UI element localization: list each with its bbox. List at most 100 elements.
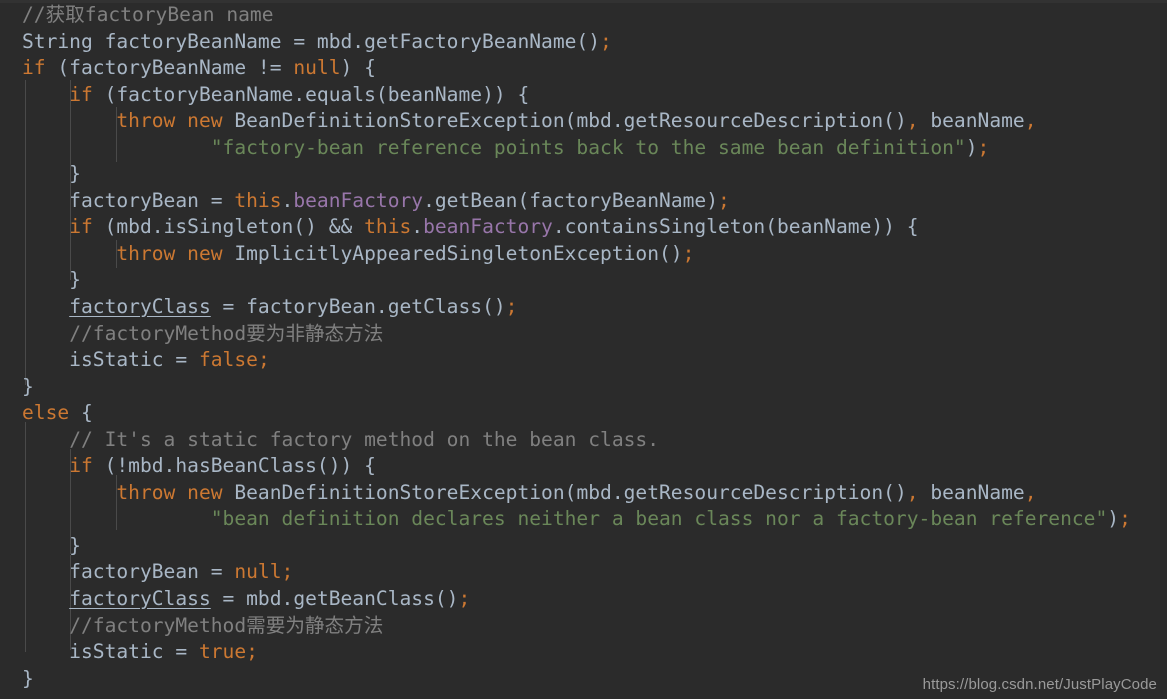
code-token-cmt: //factoryMethod要为非静态方法 [69,321,384,345]
code-line[interactable]: isStatic = false; [0,347,1167,374]
code-token-kw: this [364,215,412,239]
code-token-id: isStatic = [22,640,199,664]
code-line[interactable]: "bean definition declares neither a bean… [0,506,1167,533]
code-token-id: ) [965,135,978,159]
code-token-kw: true [198,640,247,664]
code-token-pun: ; [977,135,990,159]
code-line[interactable]: factoryClass = mbd.getBeanClass(); [0,586,1167,613]
code-line[interactable]: factoryBean = null; [0,559,1167,586]
code-line[interactable]: if (factoryBeanName.equals(beanName)) { [0,82,1167,109]
code-token-pun: ; [257,348,270,372]
code-line[interactable]: if (!mbd.hasBeanClass()) { [0,453,1167,480]
code-token-pun: ; [458,587,471,611]
code-token-id [22,215,69,238]
code-token-id [22,83,69,106]
code-line[interactable]: //factoryMethod需要为静态方法 [0,613,1167,640]
code-token-kw: throw new [116,109,223,133]
code-token-id: { [69,401,93,425]
code-token-id: .containsSingleton(beanName)) { [552,215,919,239]
code-token-id: (!mbd.hasBeanClass()) { [92,454,376,478]
code-line[interactable]: if (mbd.isSingleton() && this.beanFactor… [0,214,1167,241]
code-token-fld: beanFactory [423,215,553,239]
code-line[interactable]: } [0,267,1167,294]
code-line[interactable]: factoryBean = this.beanFactory.getBean(f… [0,188,1167,215]
code-token-id: ) { [340,56,376,80]
code-token-str: "bean definition declares neither a bean… [22,507,1108,531]
code-line[interactable]: factoryClass = factoryBean.getClass(); [0,294,1167,321]
code-token-pun: ; [281,560,294,584]
code-editor-content[interactable]: //获取factoryBean name String factoryBeanNa… [0,0,1167,692]
code-token-id: beanName [918,109,1025,133]
code-token-id [22,322,69,345]
code-token-id: . [281,188,294,212]
code-token-str: "factory-bean reference points back to t… [22,135,966,159]
code-line[interactable]: throw new BeanDefinitionStoreException(m… [0,480,1167,507]
code-token-id: . [411,215,424,239]
code-token-kw: null [293,56,341,80]
code-line[interactable]: } [0,533,1167,560]
code-token-kw: false [198,348,258,372]
code-token-id: isStatic = [22,348,199,372]
code-token-id [22,428,69,451]
code-token-pun: ; [505,295,518,319]
code-line[interactable]: } [0,374,1167,401]
code-token-kw: this [234,188,282,212]
code-token-pun: ; [718,188,730,212]
code-token-id: } [22,374,34,398]
code-token-und: factoryClass [69,295,211,319]
code-token-fld: beanFactory [293,188,424,212]
code-token-id [22,109,116,132]
code-line[interactable]: //获取factoryBean name [0,2,1167,29]
code-line[interactable]: throw new ImplicitlyAppearedSingletonExc… [0,241,1167,268]
code-token-kw: if [69,215,93,239]
code-token-pun: ; [682,241,695,265]
code-token-id [22,454,69,477]
code-token-id: } [22,268,81,292]
code-token-id [22,481,116,504]
code-token-id [22,614,69,637]
code-token-id: (mbd.isSingleton() && [92,215,365,239]
code-token-id: } [22,666,34,690]
code-token-pun: ; [600,29,612,53]
code-token-pun: ; [246,640,258,664]
code-screenshot: //获取factoryBean name String factoryBeanNa… [0,0,1167,699]
code-token-id: } [22,533,81,557]
code-token-id: BeanDefinitionStoreException(mbd.getReso… [222,109,907,133]
watermark-url: https://blog.csdn.net/JustPlayCode [922,676,1157,693]
code-line[interactable]: // It's a static factory method on the b… [0,427,1167,454]
code-token-id: ) [1107,507,1120,531]
code-token-kw: if [22,56,46,80]
code-line[interactable]: isStatic = true; [0,639,1167,666]
code-token-id: factoryBean = [22,188,235,212]
code-token-kw: throw new [116,241,223,265]
code-line[interactable]: else { [0,400,1167,427]
code-token-id: = mbd.getBeanClass() [210,587,459,611]
code-token-id: beanName [918,480,1025,504]
code-token-id [22,295,69,318]
code-token-kw: null [234,560,282,584]
code-token-cmt: // It's a static factory method on the b… [69,427,660,451]
code-token-id: .getBean(factoryBeanName) [423,188,719,212]
code-token-id: (factoryBeanName != [45,56,294,80]
code-line[interactable]: "factory-bean reference points back to t… [0,135,1167,162]
code-token-kw: throw new [116,480,223,504]
code-token-pun: ; [1119,507,1131,531]
code-token-pun: , [906,480,919,504]
code-line[interactable]: throw new BeanDefinitionStoreException(m… [0,108,1167,135]
code-token-id [22,587,69,610]
code-token-id [22,242,116,265]
code-token-id: BeanDefinitionStoreException(mbd.getReso… [222,480,907,504]
code-line[interactable]: } [0,161,1167,188]
code-token-kw: if [69,454,93,478]
code-line[interactable]: String factoryBeanName = mbd.getFactoryB… [0,29,1167,56]
code-token-pun: , [1024,109,1037,133]
code-token-und: factoryClass [69,587,211,611]
code-line[interactable]: if (factoryBeanName != null) { [0,55,1167,82]
code-line[interactable]: //factoryMethod要为非静态方法 [0,321,1167,348]
code-token-id: = factoryBean.getClass() [210,295,506,319]
code-token-kw: if [69,82,93,106]
code-token-id: } [22,162,81,186]
code-token-kw: else [22,401,70,425]
code-token-pun: , [906,109,919,133]
code-token-cmt: //factoryMethod需要为静态方法 [69,613,384,637]
